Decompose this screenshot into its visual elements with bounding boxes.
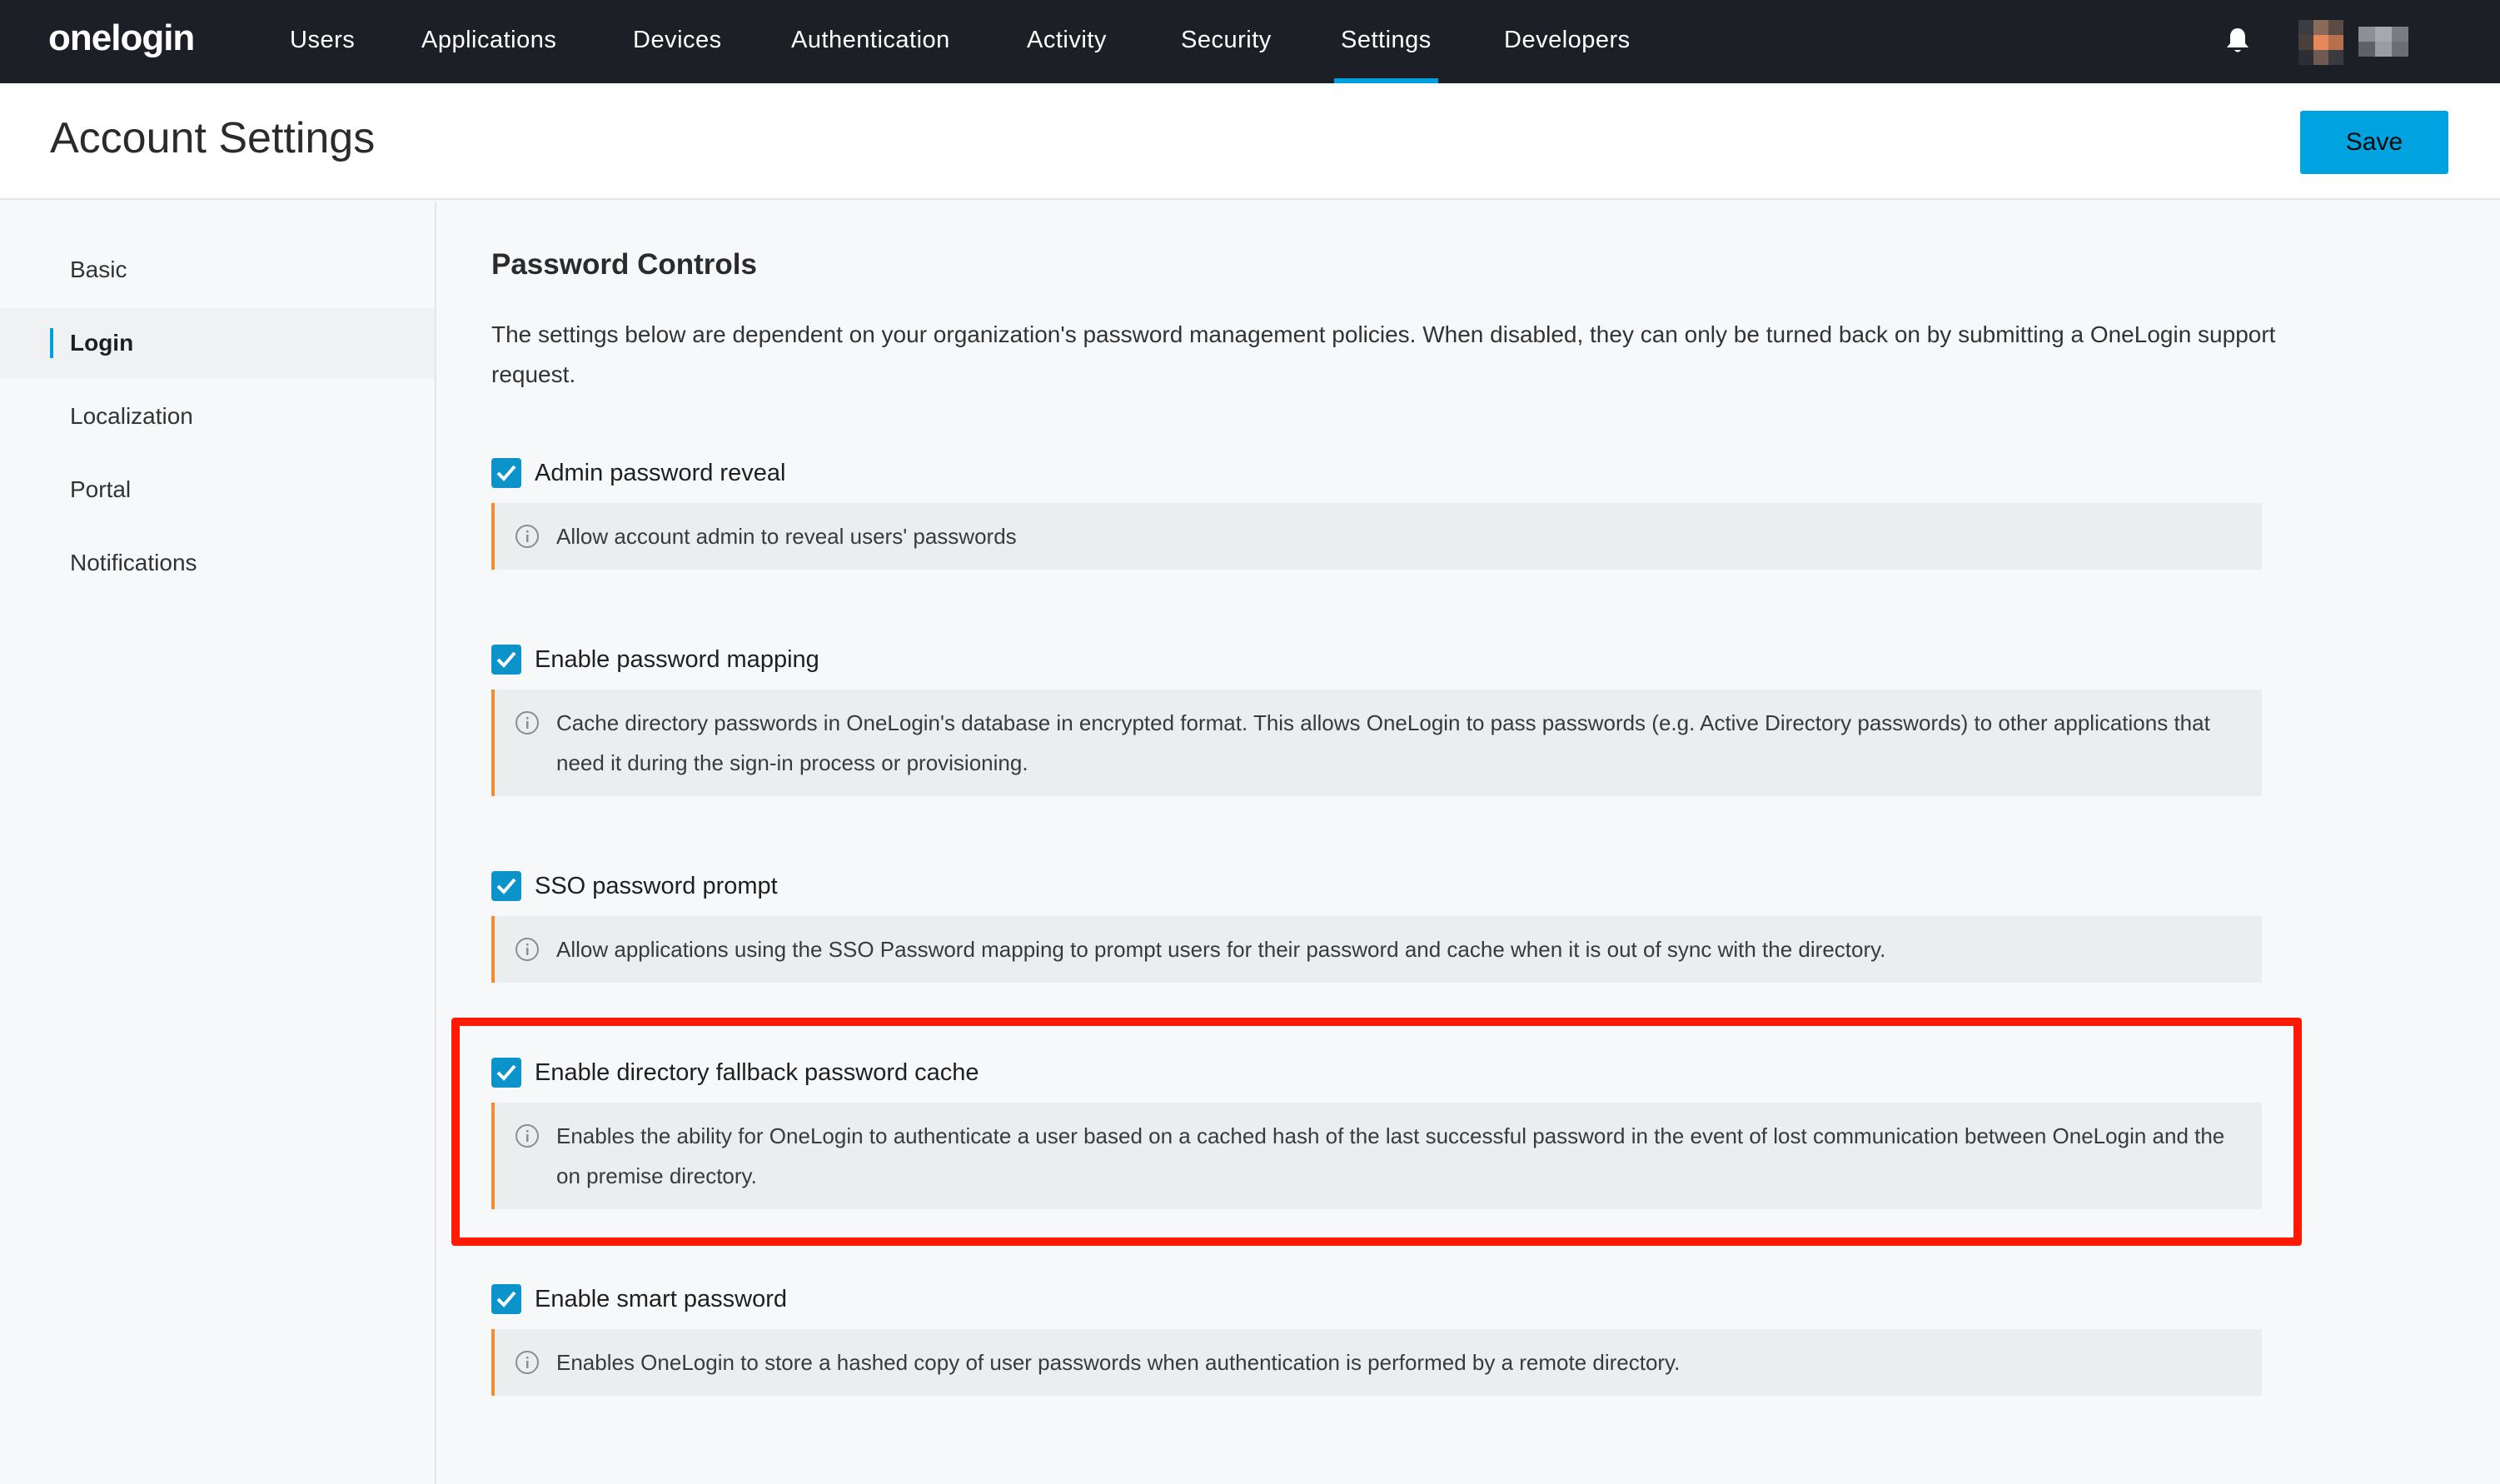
nav-users[interactable]: Users (290, 0, 355, 83)
page-title: Account Settings (50, 114, 376, 162)
save-button[interactable]: Save (2300, 111, 2448, 174)
section-description: The settings below are dependent on your… (491, 321, 2276, 387)
bell-icon[interactable] (2225, 27, 2250, 55)
checkbox-sso-password-prompt[interactable] (491, 871, 521, 901)
nav-developers[interactable]: Developers (1504, 0, 1631, 83)
info-box: Allow account admin to reveal users' pas… (491, 503, 2262, 570)
info-box: Cache directory passwords in OneLogin's … (491, 690, 2262, 796)
top-navigation-bar: onelogin Users Applications Devices Auth… (0, 0, 2500, 83)
nav-devices[interactable]: Devices (633, 0, 722, 83)
checkmark-icon (496, 1291, 516, 1307)
info-text: Allow account admin to reveal users' pas… (556, 524, 1017, 549)
nav-activity[interactable]: Activity (1027, 0, 1107, 83)
setting-label: Enable smart password (535, 1286, 788, 1312)
settings-sidebar: Basic Login Localization Portal Notifica… (0, 202, 436, 1484)
sidebar-item-basic[interactable]: Basic (0, 235, 435, 305)
user-avatar[interactable] (2292, 15, 2415, 70)
info-text: Enables OneLogin to store a hashed copy … (556, 1350, 1681, 1375)
info-icon (515, 1351, 539, 1374)
checkmark-icon (496, 651, 516, 668)
info-box: Allow applications using the SSO Passwor… (491, 916, 2262, 983)
sidebar-item-portal[interactable]: Portal (0, 455, 435, 525)
nav-applications[interactable]: Applications (421, 0, 556, 83)
info-text: Cache directory passwords in OneLogin's … (556, 710, 2210, 775)
highlight-annotation (451, 1018, 2302, 1246)
nav-security[interactable]: Security (1181, 0, 1272, 83)
checkmark-icon (496, 878, 516, 894)
sidebar-item-notifications[interactable]: Notifications (0, 528, 435, 598)
checkmark-icon (496, 465, 516, 481)
page-header: Account Settings Save (0, 83, 2500, 200)
nav-authentication[interactable]: Authentication (791, 0, 950, 83)
info-box: Enables OneLogin to store a hashed copy … (491, 1329, 2262, 1396)
setting-label: SSO password prompt (535, 873, 778, 899)
nav-settings[interactable]: Settings (1334, 0, 1438, 83)
sidebar-item-login[interactable]: Login (0, 308, 435, 378)
checkbox-enable-password-mapping[interactable] (491, 645, 521, 675)
main-content: Password Controls The settings below are… (438, 202, 2500, 1484)
checkbox-enable-smart-password[interactable] (491, 1284, 521, 1314)
section-title: Password Controls (491, 248, 757, 281)
onelogin-logo[interactable]: onelogin (48, 15, 195, 62)
checkbox-admin-password-reveal[interactable] (491, 458, 521, 488)
info-text: Allow applications using the SSO Passwor… (556, 937, 1886, 962)
info-icon (515, 525, 539, 548)
setting-label: Enable password mapping (535, 646, 819, 673)
info-icon (515, 938, 539, 961)
setting-label: Admin password reveal (535, 460, 786, 486)
info-icon (515, 711, 539, 735)
sidebar-item-localization[interactable]: Localization (0, 381, 435, 451)
